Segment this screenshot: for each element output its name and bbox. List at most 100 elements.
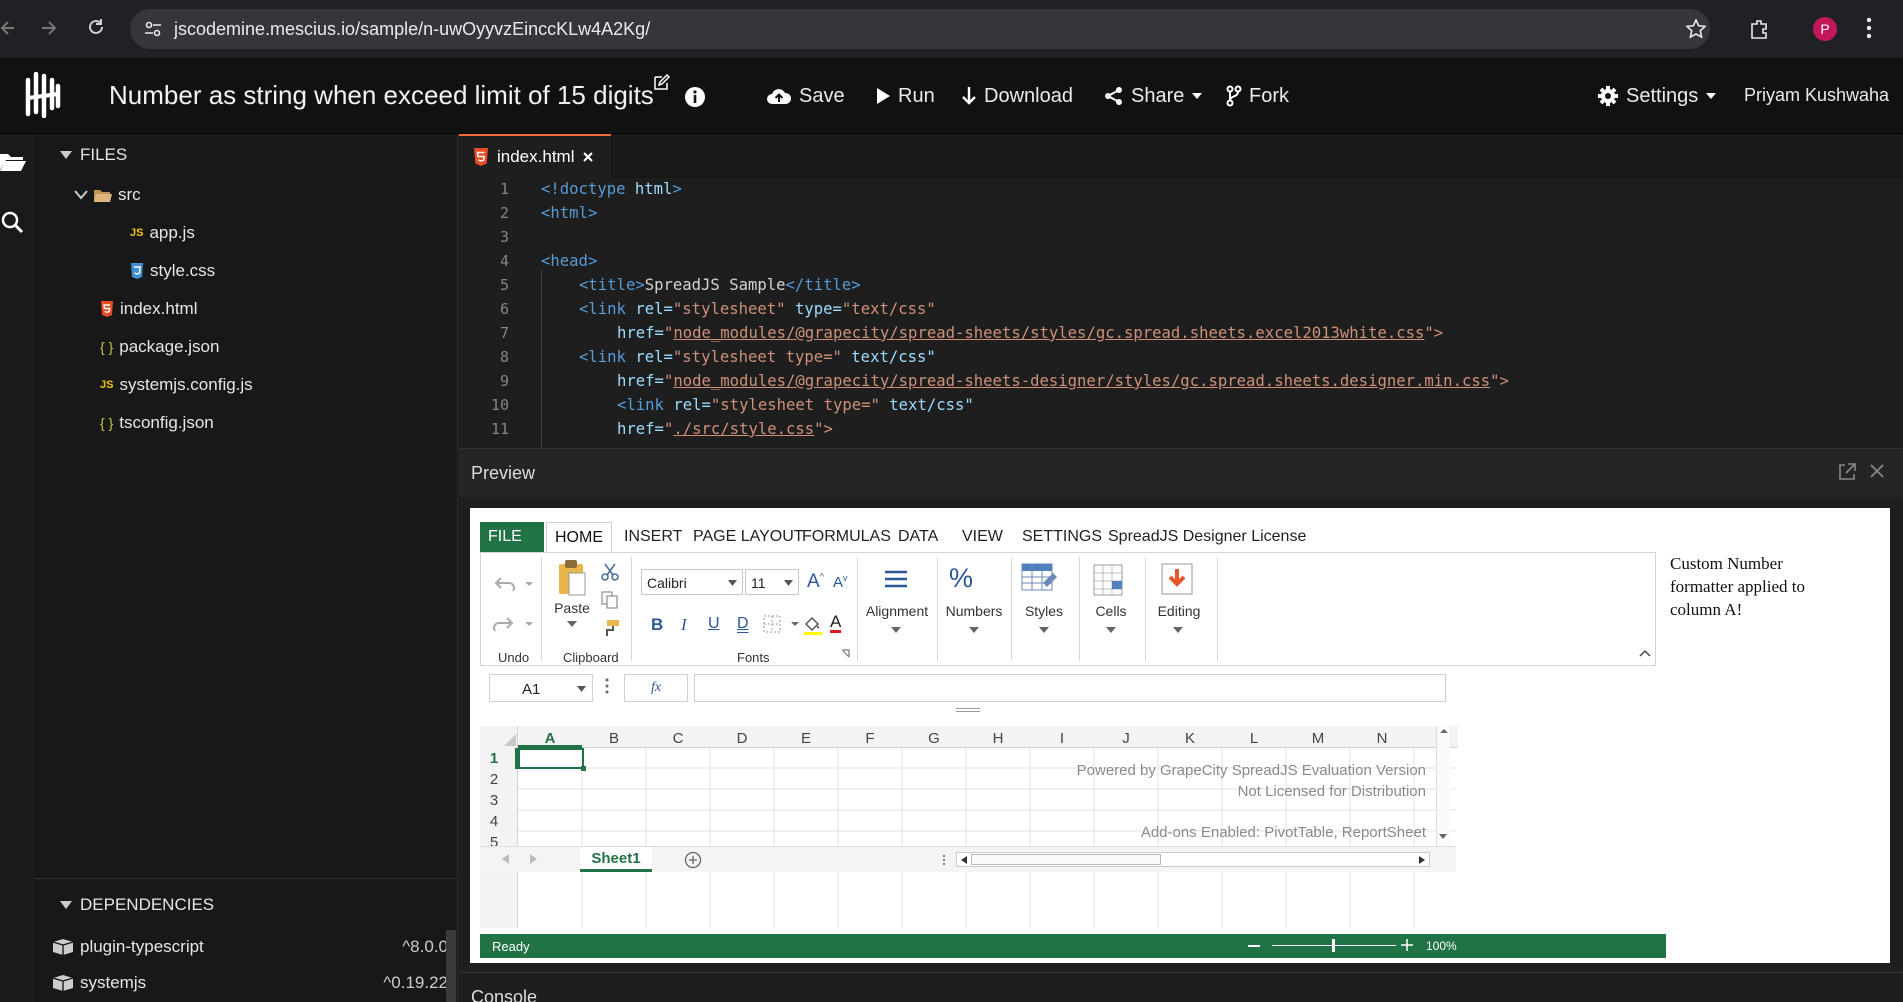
decrease-font-icon[interactable]: Av (833, 573, 848, 591)
bookmark-star-icon[interactable] (1686, 19, 1706, 39)
ribbon-tab-insert[interactable]: INSERT (616, 522, 690, 552)
ribbon-tab-file[interactable]: FILE (480, 522, 544, 552)
splitter-handle[interactable] (956, 708, 980, 712)
cut-icon[interactable] (601, 563, 619, 581)
column-header[interactable]: A (518, 730, 582, 752)
ribbon-tab-settings[interactable]: SETTINGS (1014, 522, 1110, 552)
forward-icon[interactable] (40, 18, 58, 38)
borders-icon[interactable] (763, 615, 799, 633)
tree-item-systemjs-config[interactable]: JS systemjs.config.js (100, 370, 253, 400)
code-editor[interactable]: 1 2 3 4 5 6 7 8 9 10 11 <!doctype html> … (459, 178, 1903, 448)
settings-button[interactable]: Settings (1597, 82, 1717, 110)
collapse-ribbon-icon[interactable] (1639, 649, 1651, 657)
tree-item-index-html[interactable]: index.html (100, 294, 197, 324)
tab-index-html[interactable]: index.html (459, 134, 611, 178)
zoom-slider-thumb[interactable] (1332, 939, 1335, 952)
ribbon-tab-home[interactable]: HOME (546, 522, 612, 552)
row-header[interactable]: 4 (478, 813, 510, 830)
row-header[interactable]: 3 (478, 792, 510, 809)
user-name[interactable]: Priyam Kushwaha (1744, 85, 1889, 106)
add-sheet-icon[interactable] (684, 851, 702, 869)
ribbon-tab-page-layout[interactable]: PAGE LAYOUT (685, 522, 812, 552)
run-button[interactable]: Run (875, 82, 935, 110)
underline-button[interactable]: U (708, 615, 720, 633)
tree-item-tsconfig-json[interactable]: { } tsconfig.json (100, 408, 214, 438)
search-icon[interactable] (0, 210, 24, 234)
font-color-button[interactable]: A (830, 613, 842, 633)
font-name-select[interactable]: Calibri (641, 569, 743, 595)
vertical-scrollbar[interactable] (1436, 726, 1450, 846)
site-info-icon[interactable] (144, 20, 162, 38)
share-button[interactable]: Share (1104, 82, 1203, 110)
column-header[interactable]: K (1158, 730, 1222, 752)
fill-handle[interactable] (581, 766, 586, 771)
dependencies-section-header[interactable]: DEPENDENCIES (34, 888, 458, 922)
scroll-down-icon[interactable] (1436, 830, 1450, 844)
styles-button[interactable]: Styles (1013, 603, 1075, 619)
tree-item-package-json[interactable]: { } package.json (100, 332, 219, 362)
copy-icon[interactable] (601, 591, 619, 609)
back-icon[interactable] (0, 18, 16, 38)
download-button[interactable]: Download (961, 82, 1073, 110)
dependency-item[interactable]: systemjs ^0.19.22 (52, 968, 448, 998)
zoom-out-icon[interactable] (1248, 945, 1260, 947)
italic-button[interactable]: I (681, 615, 687, 635)
prev-sheet-icon[interactable] (502, 854, 510, 864)
column-header[interactable]: M (1286, 730, 1350, 752)
open-external-icon[interactable] (1838, 463, 1856, 481)
sheet-tab-sheet1[interactable]: Sheet1 (580, 847, 652, 872)
extensions-icon[interactable] (1749, 18, 1771, 40)
edit-title-icon[interactable] (652, 74, 670, 92)
tree-item-src[interactable]: src (74, 180, 141, 210)
zoom-in-icon[interactable] (1400, 938, 1414, 952)
editing-button[interactable]: Editing (1145, 603, 1213, 619)
insert-function-button[interactable]: fx (624, 674, 688, 702)
tree-item-style-css[interactable]: style.css (130, 256, 215, 286)
profile-avatar[interactable]: P (1813, 17, 1837, 41)
more-options-icon[interactable] (605, 678, 609, 694)
fill-color-icon[interactable] (803, 615, 823, 635)
next-sheet-icon[interactable] (530, 854, 538, 864)
column-header[interactable]: I (1030, 730, 1094, 752)
reload-icon[interactable] (86, 17, 106, 37)
files-section-header[interactable]: FILES (34, 138, 458, 172)
undo-icon[interactable] (493, 575, 533, 591)
horizontal-scrollbar[interactable] (956, 852, 1430, 867)
row-header[interactable]: 1 (478, 750, 510, 767)
close-preview-icon[interactable] (1870, 464, 1884, 478)
row-header[interactable]: 2 (478, 771, 510, 788)
select-all-corner[interactable] (504, 734, 516, 746)
column-header[interactable]: E (774, 730, 838, 752)
column-header[interactable]: H (966, 730, 1030, 752)
column-header[interactable]: C (646, 730, 710, 752)
increase-font-icon[interactable]: A^ (807, 571, 824, 593)
bold-button[interactable]: B (651, 615, 663, 635)
format-painter-icon[interactable] (601, 619, 621, 637)
column-header[interactable]: N (1350, 730, 1414, 752)
redo-icon[interactable] (493, 615, 533, 631)
tree-item-app-js[interactable]: JS app.js (130, 218, 195, 248)
ribbon-tab-data[interactable]: DATA (890, 522, 946, 552)
folder-open-icon[interactable] (0, 150, 26, 172)
numbers-button[interactable]: Numbers (937, 603, 1011, 619)
sidebar-scrollbar[interactable] (446, 930, 456, 1002)
section-divider[interactable] (34, 878, 458, 879)
column-header[interactable]: J (1094, 730, 1158, 752)
formula-input[interactable] (694, 674, 1446, 702)
paste-icon[interactable] (557, 559, 587, 597)
column-header[interactable]: B (582, 730, 646, 752)
alignment-button[interactable]: Alignment (859, 603, 935, 619)
ribbon-tab-formulas[interactable]: FORMULAS (794, 522, 899, 552)
ribbon-tab-license[interactable]: SpreadJS Designer License (1100, 522, 1314, 552)
address-bar[interactable]: jscodemine.mescius.io/sample/n-uwOyyvzEi… (130, 9, 1710, 49)
font-size-select[interactable]: 11 (745, 569, 799, 595)
column-header[interactable]: D (710, 730, 774, 752)
save-button[interactable]: Save (766, 82, 845, 110)
cells-button[interactable]: Cells (1081, 603, 1141, 619)
codemine-logo-icon[interactable] (22, 72, 62, 118)
paste-button[interactable]: Paste (545, 600, 599, 616)
double-underline-button[interactable]: D (737, 615, 749, 633)
browser-menu-icon[interactable] (1866, 17, 1872, 39)
column-header[interactable]: G (902, 730, 966, 752)
column-header[interactable]: F (838, 730, 902, 752)
